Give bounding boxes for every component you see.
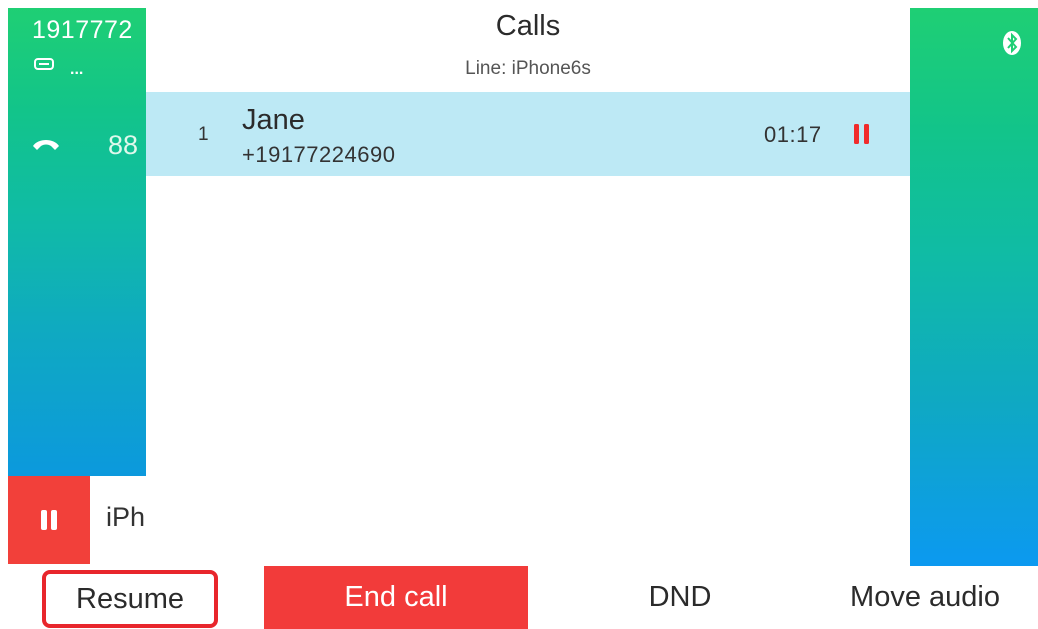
- left-session-panel: 1917772 ... 88: [8, 8, 146, 476]
- message-icon: [34, 58, 54, 70]
- status-dots: ...: [70, 61, 84, 78]
- held-line-label: iPh: [106, 502, 146, 532]
- page-title: Calls: [495, 10, 561, 42]
- call-duration: 01:17: [764, 122, 822, 147]
- handset-icon[interactable]: [31, 134, 61, 156]
- phone-screen: 1917772 ... 88 iPh Calls Line: iPhone6s …: [0, 0, 1038, 629]
- call-index: 1: [198, 124, 209, 145]
- bluetooth-icon: [1003, 31, 1021, 55]
- dnd-button[interactable]: DND: [600, 566, 760, 629]
- call-row[interactable]: 1 Jane +19177224690 01:17: [146, 92, 910, 176]
- end-call-button[interactable]: End call: [264, 566, 528, 629]
- line-subtitle: Line: iPhone6s: [465, 58, 591, 79]
- line-number: 1917772: [32, 16, 133, 44]
- held-line-label-tile[interactable]: iPh: [90, 476, 146, 564]
- caller-name: Jane: [242, 104, 305, 136]
- pause-icon: [41, 510, 57, 530]
- move-audio-button[interactable]: Move audio: [820, 566, 1030, 629]
- caller-number: +19177224690: [242, 142, 396, 167]
- right-panel: [910, 8, 1038, 566]
- pause-icon: [854, 124, 869, 144]
- resume-button[interactable]: Resume: [42, 570, 218, 628]
- held-line-tile[interactable]: [8, 476, 90, 564]
- extension-label: 88: [108, 130, 139, 160]
